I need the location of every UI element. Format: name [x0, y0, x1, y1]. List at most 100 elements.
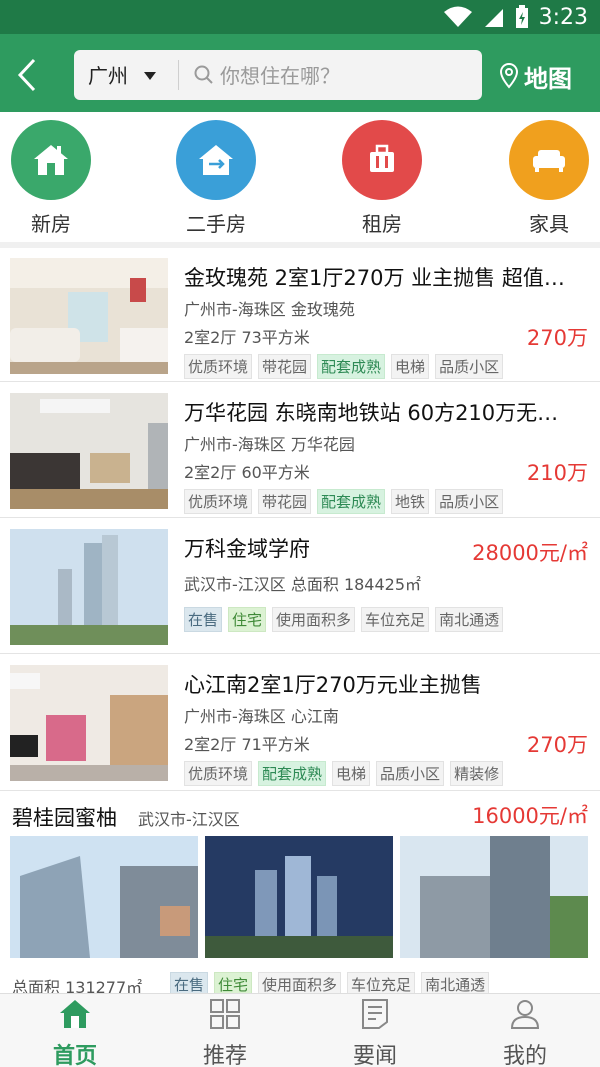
listing-location: 广州市-海珠区 万华花园: [184, 435, 355, 454]
category-rent[interactable]: 租房: [327, 120, 437, 240]
listing-tags: 优质环境 配套成熟 电梯 品质小区 精装修: [184, 761, 504, 786]
status-bar: 3:23: [0, 0, 600, 34]
featured-price: 16000元/㎡: [472, 804, 588, 828]
map-button[interactable]: 地图: [500, 58, 572, 94]
location-pin-icon: [500, 63, 518, 89]
tag: 地铁: [391, 489, 430, 514]
house-exchange-icon: [176, 120, 256, 200]
tag: 南北通透: [435, 607, 504, 632]
tag: 南北通透: [421, 972, 490, 993]
battery-icon: [515, 5, 528, 28]
listing-location: 广州市-海珠区 金玫瑰苑: [184, 300, 355, 319]
listing-tags: 优质环境 带花园 配套成熟 地铁 品质小区: [184, 489, 504, 514]
tab-profile[interactable]: 我的: [450, 998, 600, 1067]
featured-listing[interactable]: 碧桂园蜜柚 武汉市-江汉区 16000元/㎡ 总面积 131277㎡ 在售 住宅…: [0, 792, 600, 993]
luggage-icon: [342, 120, 422, 200]
tab-recommend[interactable]: 推荐: [150, 998, 300, 1067]
grid-icon: [210, 999, 240, 1029]
listing-photo: [10, 393, 168, 509]
category-label: 家具: [529, 212, 569, 236]
status-time: 3:23: [538, 4, 588, 30]
listing-price: 28000元/㎡: [472, 541, 588, 565]
tag: 优质环境: [184, 354, 253, 379]
tag: 车位充足: [361, 607, 430, 632]
tag: 品质小区: [435, 354, 504, 379]
listing-tags: 在售 住宅 使用面积多 车位充足 南北通透: [184, 607, 504, 632]
listing-photo: [10, 665, 168, 781]
listing-specs: 2室2厅 60平方米: [184, 463, 310, 482]
listing-price: 270万: [526, 733, 588, 757]
list-item[interactable]: 心江南2室1厅270万元业主抛售 广州市-海珠区 心江南 2室2厅 71平方米 …: [0, 655, 600, 791]
list-item[interactable]: 万科金域学府 武汉市-江汉区 总面积 184425㎡ 28000元/㎡ 在售 住…: [0, 519, 600, 654]
tab-news[interactable]: 要闻: [300, 998, 450, 1067]
featured-photo: [400, 836, 588, 958]
listing-list: 金玫瑰苑 2室1厅270万 业主抛售 超值… 广州市-海珠区 金玫瑰苑 2室2厅…: [0, 248, 600, 993]
listing-title: 万华花园 东晓南地铁站 60方210万无…: [184, 401, 559, 425]
listing-location: 广州市-海珠区 心江南: [184, 707, 339, 726]
house-icon: [11, 120, 91, 200]
app-header: 3:23 广州 你想住在哪？ 地图: [0, 0, 600, 112]
tab-label: 首页: [52, 1044, 97, 1067]
list-item[interactable]: 万华花园 东晓南地铁站 60方210万无… 广州市-海珠区 万华花园 2室2厅 …: [0, 383, 600, 518]
tag: 配套成熟: [258, 761, 327, 786]
search-bar[interactable]: 广州 你想住在哪？: [74, 50, 482, 100]
listing-price: 270万: [526, 326, 588, 350]
tag: 带花园: [258, 489, 312, 514]
featured-photo: [205, 836, 393, 958]
category-new-house[interactable]: 新房: [0, 120, 106, 240]
tab-label: 我的: [502, 1044, 547, 1067]
tag: 配套成熟: [317, 354, 386, 379]
tab-label: 要闻: [352, 1044, 397, 1067]
chevron-down-icon[interactable]: [144, 72, 156, 80]
tag: 优质环境: [184, 489, 253, 514]
tag: 在售: [170, 972, 209, 993]
tag: 品质小区: [376, 761, 445, 786]
back-icon[interactable]: [14, 58, 44, 92]
tag: 品质小区: [435, 489, 504, 514]
tab-home[interactable]: 首页: [0, 998, 150, 1067]
tag: 使用面积多: [258, 972, 342, 993]
tag: 电梯: [391, 354, 430, 379]
map-label: 地图: [524, 64, 572, 93]
tag: 配套成熟: [317, 489, 386, 514]
category-label: 租房: [362, 212, 402, 236]
category-bar: 新房 二手房 租房 家具: [0, 112, 600, 242]
listing-photo: [10, 529, 168, 645]
listing-title: 心江南2室1厅270万元业主抛售: [184, 673, 482, 697]
tag: 优质环境: [184, 761, 253, 786]
list-item[interactable]: 金玫瑰苑 2室1厅270万 业主抛售 超值… 广州市-海珠区 金玫瑰苑 2室2厅…: [0, 248, 600, 382]
featured-area: 总面积 131277㎡: [12, 978, 143, 993]
city-selector[interactable]: 广州: [88, 60, 128, 89]
listing-specs: 2室2厅 73平方米: [184, 328, 310, 347]
user-icon: [510, 1000, 540, 1029]
news-icon: [362, 999, 388, 1029]
listing-title: 金玫瑰苑 2室1厅270万 业主抛售 超值…: [184, 266, 565, 290]
tag: 电梯: [332, 761, 371, 786]
listing-specs: 2室2厅 71平方米: [184, 735, 310, 754]
tag: 精装修: [450, 761, 504, 786]
bottom-nav: 首页 推荐 要闻 我的: [0, 993, 600, 1067]
sofa-icon: [509, 120, 589, 200]
listing-location: 武汉市-江汉区 总面积 184425㎡: [184, 575, 422, 594]
category-label: 二手房: [186, 212, 246, 236]
tag: 带花园: [258, 354, 312, 379]
signal-icon: [484, 9, 503, 27]
category-label: 新房: [31, 212, 71, 236]
featured-tags: 在售 住宅 使用面积多 车位充足 南北通透: [170, 972, 490, 993]
tag: 住宅: [228, 607, 267, 632]
home-icon: [60, 1000, 90, 1028]
tab-label: 推荐: [202, 1044, 247, 1067]
featured-photo: [10, 836, 198, 958]
featured-location: 武汉市-江汉区: [138, 810, 240, 829]
listing-title: 万科金域学府: [184, 537, 310, 561]
listing-photo: [10, 258, 168, 374]
tag: 在售: [184, 607, 223, 632]
tag: 住宅: [214, 972, 253, 993]
search-input[interactable]: 你想住在哪？: [220, 60, 340, 89]
category-furniture[interactable]: 家具: [494, 120, 600, 240]
tag: 使用面积多: [272, 607, 356, 632]
wifi-icon: [443, 6, 472, 27]
category-second-hand[interactable]: 二手房: [161, 120, 271, 240]
search-icon: [194, 65, 213, 84]
tag: 车位充足: [347, 972, 416, 993]
